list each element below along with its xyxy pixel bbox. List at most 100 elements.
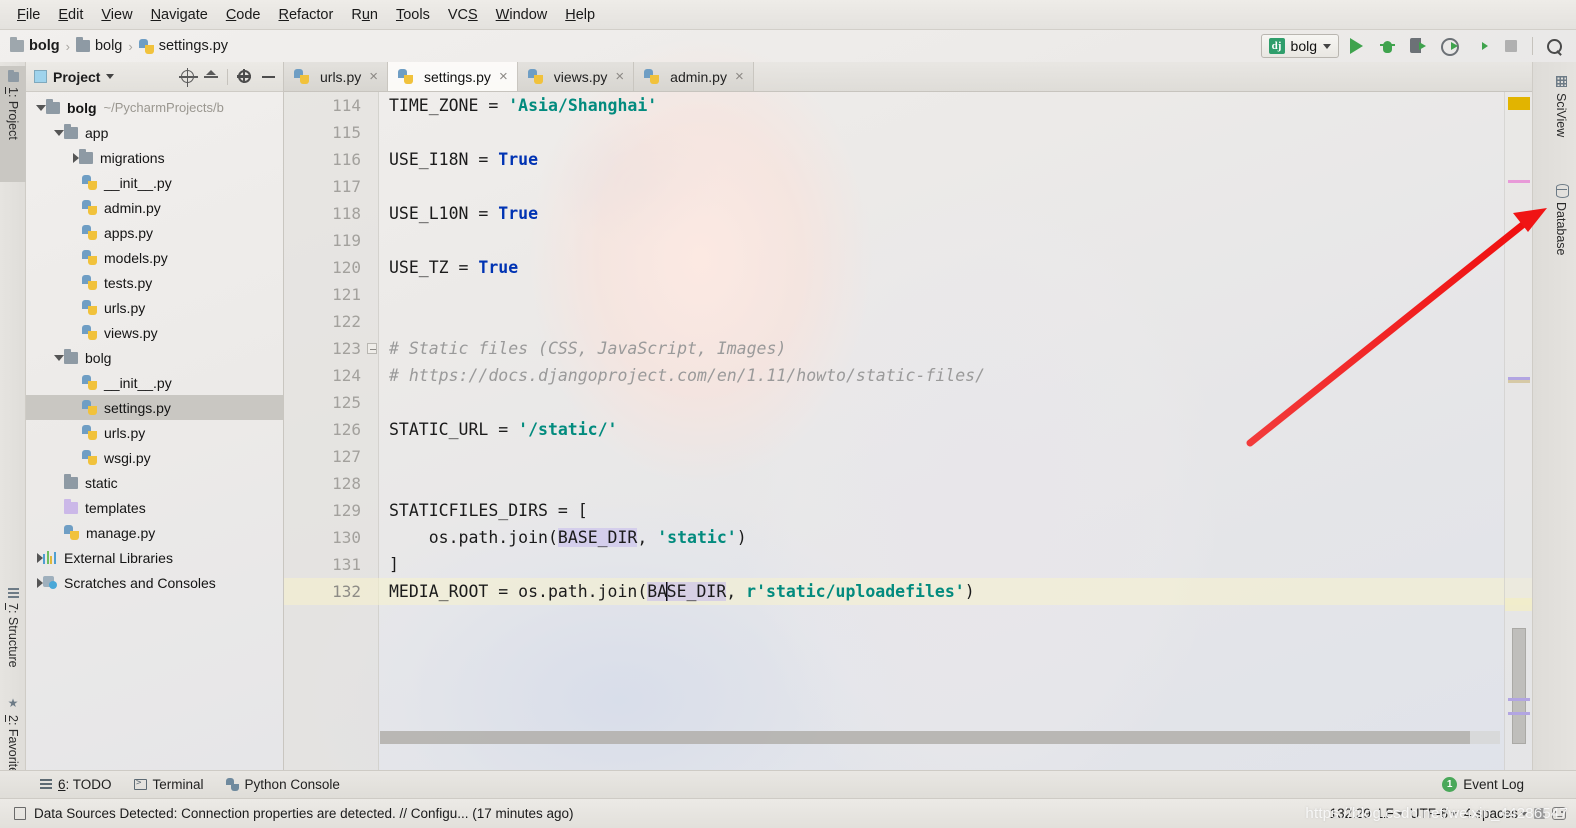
menu-item-file[interactable]: File (8, 4, 49, 26)
tree-node-scratches-and-consoles[interactable]: Scratches and Consoles (26, 570, 283, 595)
code-editor[interactable]: 114 TIME_ZONE = 'Asia/Shanghai' 115 116 USE_… (284, 92, 1532, 770)
tree-node-apps-py[interactable]: apps.py (26, 220, 283, 245)
code-line-118[interactable]: 118 USE_L10N = True (284, 200, 1532, 227)
bottom-tool-todo[interactable]: 6: TODO (40, 777, 112, 792)
warning-marker[interactable] (1508, 97, 1530, 110)
editor-vertical-scrollbar-thumb[interactable] (1512, 628, 1526, 744)
close-icon[interactable]: × (615, 69, 624, 84)
tree-node-models-py[interactable]: models.py (26, 245, 283, 270)
collapse-all-icon[interactable] (200, 66, 222, 88)
run-configuration-selector[interactable]: dj bolg (1260, 34, 1339, 58)
breadcrumb-item-bolg[interactable]: bolg (75, 37, 122, 54)
code-fold-icon[interactable] (367, 343, 377, 354)
code-line-114[interactable]: 114 TIME_ZONE = 'Asia/Shanghai' (284, 92, 1532, 119)
bottom-tool-bar: 6: TODO Terminal Python Console 1 Event Log (0, 770, 1576, 798)
code-line-123[interactable]: 123 # Static files (CSS, JavaScript, Imag… (284, 335, 1532, 362)
menu-item-refactor[interactable]: Refactor (270, 4, 343, 26)
menu-item-tools[interactable]: Tools (387, 4, 439, 26)
tree-node-settings-py[interactable]: settings.py (26, 395, 283, 420)
menu-item-view[interactable]: View (92, 4, 141, 26)
tree-node-admin-py[interactable]: admin.py (26, 195, 283, 220)
tree-node-bolg[interactable]: bolg ~/PycharmProjects/b (26, 95, 283, 120)
bottom-tool-python-console[interactable]: Python Console (225, 777, 340, 792)
tree-node-init-py[interactable]: __init__.py (26, 370, 283, 395)
debug-button[interactable] (1373, 33, 1401, 59)
code-line-128[interactable]: 128 (284, 470, 1532, 497)
close-icon[interactable]: × (735, 69, 744, 84)
tree-node-tests-py[interactable]: tests.py (26, 270, 283, 295)
breadcrumb-item-settings-py[interactable]: settings.py (138, 38, 228, 54)
code-line-120[interactable]: 120 USE_TZ = True (284, 254, 1532, 281)
right-tool-tab-sciview[interactable]: SciView (1548, 72, 1574, 155)
code-token: MEDIA_ROOT = os.path.join( (389, 582, 648, 601)
code-line-119[interactable]: 119 (284, 227, 1532, 254)
close-icon[interactable]: × (499, 69, 508, 84)
tree-node-external-libraries[interactable]: External Libraries (26, 545, 283, 570)
menu-item-edit[interactable]: Edit (49, 4, 92, 26)
tree-node-urls-py[interactable]: urls.py (26, 295, 283, 320)
code-line-122[interactable]: 122 (284, 308, 1532, 335)
menu-item-code[interactable]: Code (217, 4, 270, 26)
code-line-126[interactable]: 126 STATIC_URL = '/static/' (284, 416, 1532, 443)
right-tool-tab-database[interactable]: Database (1548, 180, 1574, 271)
menu-item-help[interactable]: Help (556, 4, 604, 26)
left-tool-tab-project[interactable]: 1: Project (0, 66, 26, 182)
tree-node-init-py[interactable]: __init__.py (26, 170, 283, 195)
tree-node-static[interactable]: static (26, 470, 283, 495)
tree-node-views-py[interactable]: views.py (26, 320, 283, 345)
search-everywhere-button[interactable] (1540, 33, 1568, 59)
tree-node-templates[interactable]: templates (26, 495, 283, 520)
status-message[interactable]: Data Sources Detected: Connection proper… (34, 806, 574, 821)
code-line-132[interactable]: 132 MEDIA_ROOT = os.path.join(BASE_DIR, r… (284, 578, 1532, 605)
code-line-127[interactable]: 127 (284, 443, 1532, 470)
bottom-tool-terminal[interactable]: Terminal (133, 777, 204, 792)
tree-node-wsgi-py[interactable]: wsgi.py (26, 445, 283, 470)
code-line-131[interactable]: 131] (284, 551, 1532, 578)
run-concurrency-button[interactable] (1466, 33, 1494, 59)
editor-tab-admin-py[interactable]: admin.py × (634, 62, 754, 91)
tree-node-app[interactable]: app (26, 120, 283, 145)
occurrence-marker[interactable] (1508, 698, 1530, 701)
run-button[interactable] (1342, 33, 1370, 59)
menu-item-run[interactable]: Run (342, 4, 387, 26)
tree-open-arrow-icon[interactable] (36, 104, 46, 111)
menu-item-window[interactable]: Window (487, 4, 557, 26)
editor-tab-urls-py[interactable]: urls.py × (284, 62, 388, 91)
tree-node-urls-py[interactable]: urls.py (26, 420, 283, 445)
hide-panel-icon[interactable] (257, 66, 279, 88)
code-line-125[interactable]: 125 (284, 389, 1532, 416)
code-line-117[interactable]: 117 (284, 173, 1532, 200)
project-panel-title-group[interactable]: Project (34, 69, 115, 85)
code-line-115[interactable]: 115 (284, 119, 1532, 146)
run-coverage-button[interactable] (1404, 33, 1432, 59)
scrollbar-thumb[interactable] (380, 731, 1470, 744)
occurrence-marker[interactable] (1508, 180, 1530, 183)
tree-node-label: manage.py (86, 524, 156, 541)
tree-node-migrations[interactable]: migrations (26, 145, 283, 170)
editor-horizontal-scrollbar[interactable] (380, 731, 1500, 744)
tree-open-arrow-icon[interactable] (54, 129, 64, 136)
editor-tab-settings-py[interactable]: settings.py × (388, 62, 518, 91)
code-line-129[interactable]: 129 STATICFILES_DIRS = [ (284, 497, 1532, 524)
editor-marker-gutter[interactable] (1504, 92, 1533, 770)
menu-item-vcs[interactable]: VCS (439, 4, 487, 26)
chevron-down-icon[interactable] (106, 74, 115, 79)
code-line-121[interactable]: 121 (284, 281, 1532, 308)
code-line-130[interactable]: 130 os.path.join(BASE_DIR, 'static') (284, 524, 1532, 551)
select-opened-file-icon[interactable] (176, 66, 198, 88)
tree-open-arrow-icon[interactable] (54, 354, 64, 361)
event-log-button[interactable]: 1 Event Log (1442, 777, 1524, 792)
occurrence-marker[interactable] (1508, 712, 1530, 715)
bottom-tool-label: 6: TODO (58, 777, 112, 792)
close-icon[interactable]: × (369, 69, 378, 84)
stop-button[interactable] (1497, 33, 1525, 59)
tree-node-manage-py[interactable]: manage.py (26, 520, 283, 545)
settings-gear-icon[interactable] (233, 66, 255, 88)
breadcrumb-item-bolg[interactable]: bolg (10, 37, 60, 54)
code-line-124[interactable]: 124 # https://docs.djangoproject.com/en/1… (284, 362, 1532, 389)
profile-button[interactable] (1435, 33, 1463, 59)
menu-item-navigate[interactable]: Navigate (142, 4, 217, 26)
code-line-116[interactable]: 116 USE_I18N = True (284, 146, 1532, 173)
tree-node-bolg[interactable]: bolg (26, 345, 283, 370)
editor-tab-views-py[interactable]: views.py × (517, 62, 635, 91)
